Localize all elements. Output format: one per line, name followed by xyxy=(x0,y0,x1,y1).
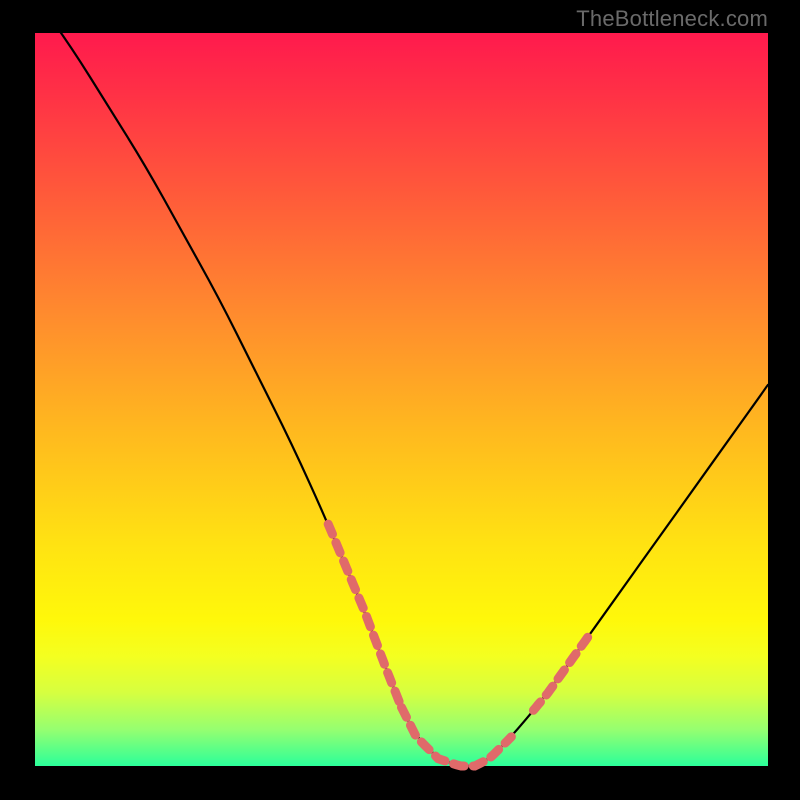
chart-canvas: TheBottleneck.com xyxy=(0,0,800,800)
highlight-overlay xyxy=(328,524,592,766)
highlight-segment-0 xyxy=(328,524,401,707)
bottleneck-curve xyxy=(0,0,800,800)
highlight-segment-2 xyxy=(533,631,592,710)
highlight-segment-1 xyxy=(402,707,512,766)
curve-path xyxy=(35,0,768,766)
